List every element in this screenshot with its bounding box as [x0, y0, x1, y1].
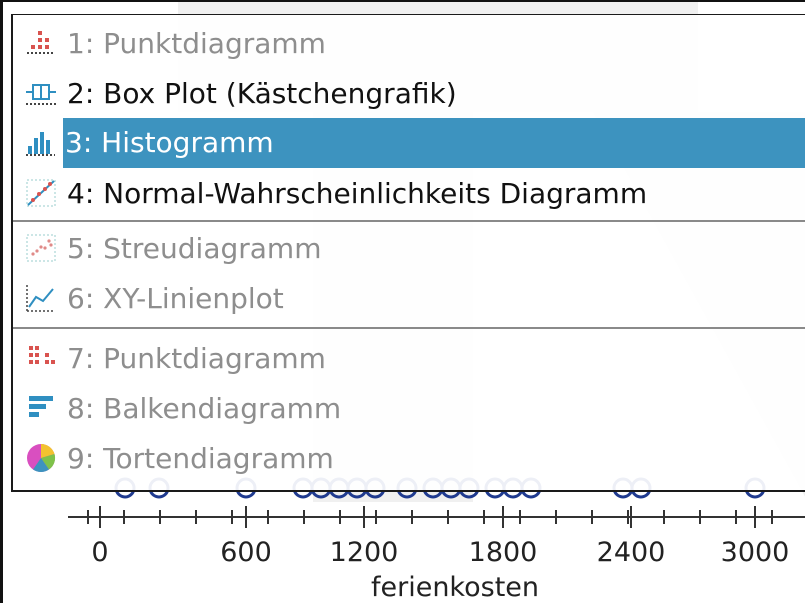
- menu-item-label: 4: Normal-Wahrscheinlichkeits Diagramm: [67, 176, 648, 210]
- x-axis-label[interactable]: ferienkosten: [371, 572, 539, 603]
- x-tick-label: 2400: [596, 537, 666, 568]
- menu-item-label: 3: Histogramm: [63, 118, 805, 168]
- menu-separator: [13, 327, 805, 329]
- menu-item-bar-chart[interactable]: 8: Balkendiagramm: [13, 383, 805, 433]
- box-plot-icon: [19, 77, 63, 109]
- x-tick-label: 0: [91, 537, 109, 568]
- plot-type-menu: 1: Punktdiagramm 2: Box Plot (Kästchengr…: [11, 14, 805, 492]
- x-tick-label: 600: [220, 537, 272, 568]
- pie-chart-icon: [19, 442, 63, 474]
- x-tick-label: 1800: [468, 537, 538, 568]
- normal-probability-icon: [19, 177, 63, 209]
- histogram-icon: [19, 127, 63, 159]
- menu-separator: [13, 220, 805, 222]
- menu-item-box-plot[interactable]: 2: Box Plot (Kästchengrafik): [13, 68, 805, 118]
- xy-line-plot-icon: [19, 282, 63, 314]
- menu-item-label: 7: Punktdiagramm: [67, 341, 326, 375]
- menu-item-histogram[interactable]: 3: Histogramm: [13, 118, 805, 168]
- bar-chart-icon: [19, 392, 63, 424]
- menu-item-normal-probability[interactable]: 4: Normal-Wahrscheinlichkeits Diagramm: [13, 168, 805, 218]
- x-tick-label: 1200: [329, 537, 399, 568]
- menu-item-pie-chart[interactable]: 9: Tortendiagramm: [13, 433, 805, 483]
- menu-item-categorical-dot-plot[interactable]: 7: Punktdiagramm: [13, 333, 805, 383]
- app-frame: 0 600 1200 1800 2400 3000 ferienkosten 1…: [0, 0, 805, 603]
- menu-item-dot-plot[interactable]: 1: Punktdiagramm: [13, 18, 805, 68]
- x-tick-label: 3000: [720, 537, 790, 568]
- menu-item-label: 9: Tortendiagramm: [67, 441, 334, 475]
- menu-item-xy-line-plot[interactable]: 6: XY-Linienplot: [13, 273, 805, 323]
- menu-item-label: 6: XY-Linienplot: [67, 281, 284, 315]
- menu-item-label: 2: Box Plot (Kästchengrafik): [67, 76, 457, 110]
- menu-item-label: 8: Balkendiagramm: [67, 391, 342, 425]
- categorical-dot-plot-icon: [19, 342, 63, 374]
- menu-item-scatter-plot[interactable]: 5: Streudiagramm: [13, 223, 805, 273]
- dot-plot-icon: [19, 27, 63, 59]
- scatter-plot-icon: [19, 232, 63, 264]
- menu-item-label: 5: Streudiagramm: [67, 231, 322, 265]
- menu-item-label: 1: Punktdiagramm: [67, 26, 326, 60]
